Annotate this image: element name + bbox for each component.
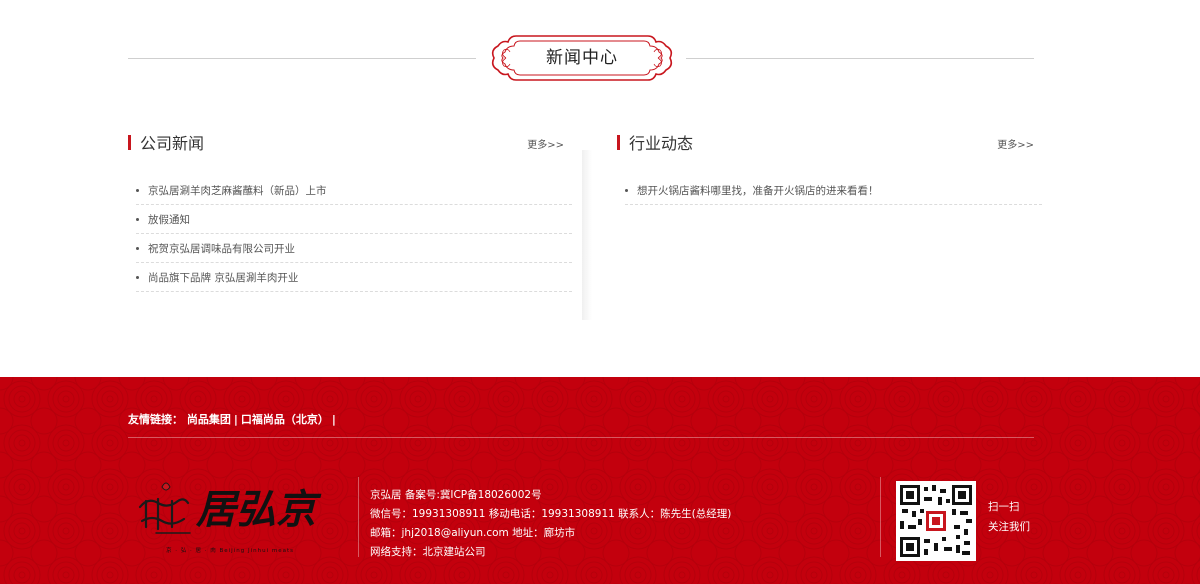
bullet-icon	[136, 189, 139, 192]
news-link[interactable]: 放假通知	[148, 212, 190, 227]
bullet-icon	[625, 189, 628, 192]
list-item: 尚品旗下品牌 京弘居涮羊肉开业	[136, 263, 572, 292]
qr-code-icon	[900, 485, 972, 557]
friend-link[interactable]: 口福尚品（北京）	[241, 413, 329, 426]
news-link[interactable]: 尚品旗下品牌 京弘居涮羊肉开业	[148, 270, 298, 285]
bullet-icon	[136, 218, 139, 221]
bullet-icon	[136, 247, 139, 250]
list-item: 京弘居涮羊肉芝麻酱蘸料（新品）上市	[136, 176, 572, 205]
site-footer: 友情链接： 尚品集团 | 口福尚品（北京） | 居弘京 京 · 弘 · 居 · 肉 B…	[0, 377, 1200, 584]
footer-divider	[128, 437, 1034, 438]
title-accent-bar	[617, 135, 620, 150]
friend-links: 友情链接： 尚品集团 | 口福尚品（北京） |	[128, 411, 339, 427]
section-divider-left	[128, 58, 476, 59]
bullet-icon	[136, 276, 139, 279]
column-separator-shadow	[582, 150, 592, 320]
company-news-header: 公司新闻 更多>>	[128, 128, 572, 158]
info-contact-phone: 微信号：19931308911 移动电话：19931308911 联系人：陈先生…	[370, 508, 732, 520]
list-item: 想开火锅店酱料哪里找，准备开火锅店的进来看看！	[625, 176, 1042, 205]
industry-news-title: 行业动态	[629, 134, 694, 153]
wechat-qr-code	[896, 481, 976, 561]
company-news-more-link[interactable]: 更多>>	[527, 136, 564, 151]
company-news-title: 公司新闻	[140, 134, 205, 153]
logo-subtitle: 京 · 弘 · 居 · 肉 Beijing Jinhui meats	[166, 548, 294, 554]
brand-logo-icon: 居弘京	[138, 482, 322, 534]
industry-news-list: 想开火锅店酱料哪里找，准备开火锅店的进来看看！	[617, 176, 1042, 205]
industry-news-header: 行业动态 更多>>	[617, 128, 1042, 158]
section-title: 新闻中心	[546, 48, 618, 68]
news-link[interactable]: 祝贺京弘居调味品有限公司开业	[148, 241, 295, 256]
list-item: 放假通知	[136, 205, 572, 234]
qr-caption: 扫一扫 关注我们	[988, 497, 1030, 537]
company-info: 京弘居 备案号:冀ICP备18026002号 微信号：19931308911 移…	[370, 486, 731, 562]
news-link[interactable]: 京弘居涮羊肉芝麻酱蘸料（新品）上市	[148, 183, 327, 198]
separator: |	[233, 413, 238, 426]
section-header: 新闻中心	[128, 28, 1034, 88]
friend-link[interactable]: 尚品集团	[187, 413, 231, 426]
qr-caption-follow: 关注我们	[988, 521, 1030, 533]
company-news-panel: 公司新闻 更多>> 京弘居涮羊肉芝麻酱蘸料（新品）上市 放假通知 祝贺京弘居调味…	[128, 128, 572, 292]
section-ornament-frame: 新闻中心	[486, 28, 678, 88]
friend-links-label: 友情链接：	[128, 413, 183, 426]
footer-vertical-divider	[358, 477, 359, 557]
industry-news-more-link[interactable]: 更多>>	[997, 136, 1034, 151]
info-record-number: 京弘居 备案号:冀ICP备18026002号	[370, 489, 542, 501]
industry-news-panel: 行业动态 更多>> 想开火锅店酱料哪里找，准备开火锅店的进来看看！	[617, 128, 1042, 205]
section-divider-right	[686, 58, 1034, 59]
info-email-address: 邮箱：jhj2018@aliyun.com 地址：廊坊市	[370, 527, 576, 539]
title-accent-bar	[128, 135, 131, 150]
list-item: 祝贺京弘居调味品有限公司开业	[136, 234, 572, 263]
footer-vertical-divider	[880, 477, 881, 557]
info-tech-support: 网络支持：北京建站公司	[370, 546, 486, 558]
qr-caption-scan: 扫一扫	[988, 501, 1020, 513]
company-news-list: 京弘居涮羊肉芝麻酱蘸料（新品）上市 放假通知 祝贺京弘居调味品有限公司开业 尚品…	[128, 176, 572, 292]
separator: |	[331, 413, 336, 426]
brand-logo: 居弘京 京 · 弘 · 居 · 肉 Beijing Jinhui meats	[134, 477, 334, 557]
news-link[interactable]: 想开火锅店酱料哪里找，准备开火锅店的进来看看！	[637, 183, 879, 198]
logo-wordmark: 居弘京	[195, 486, 322, 533]
